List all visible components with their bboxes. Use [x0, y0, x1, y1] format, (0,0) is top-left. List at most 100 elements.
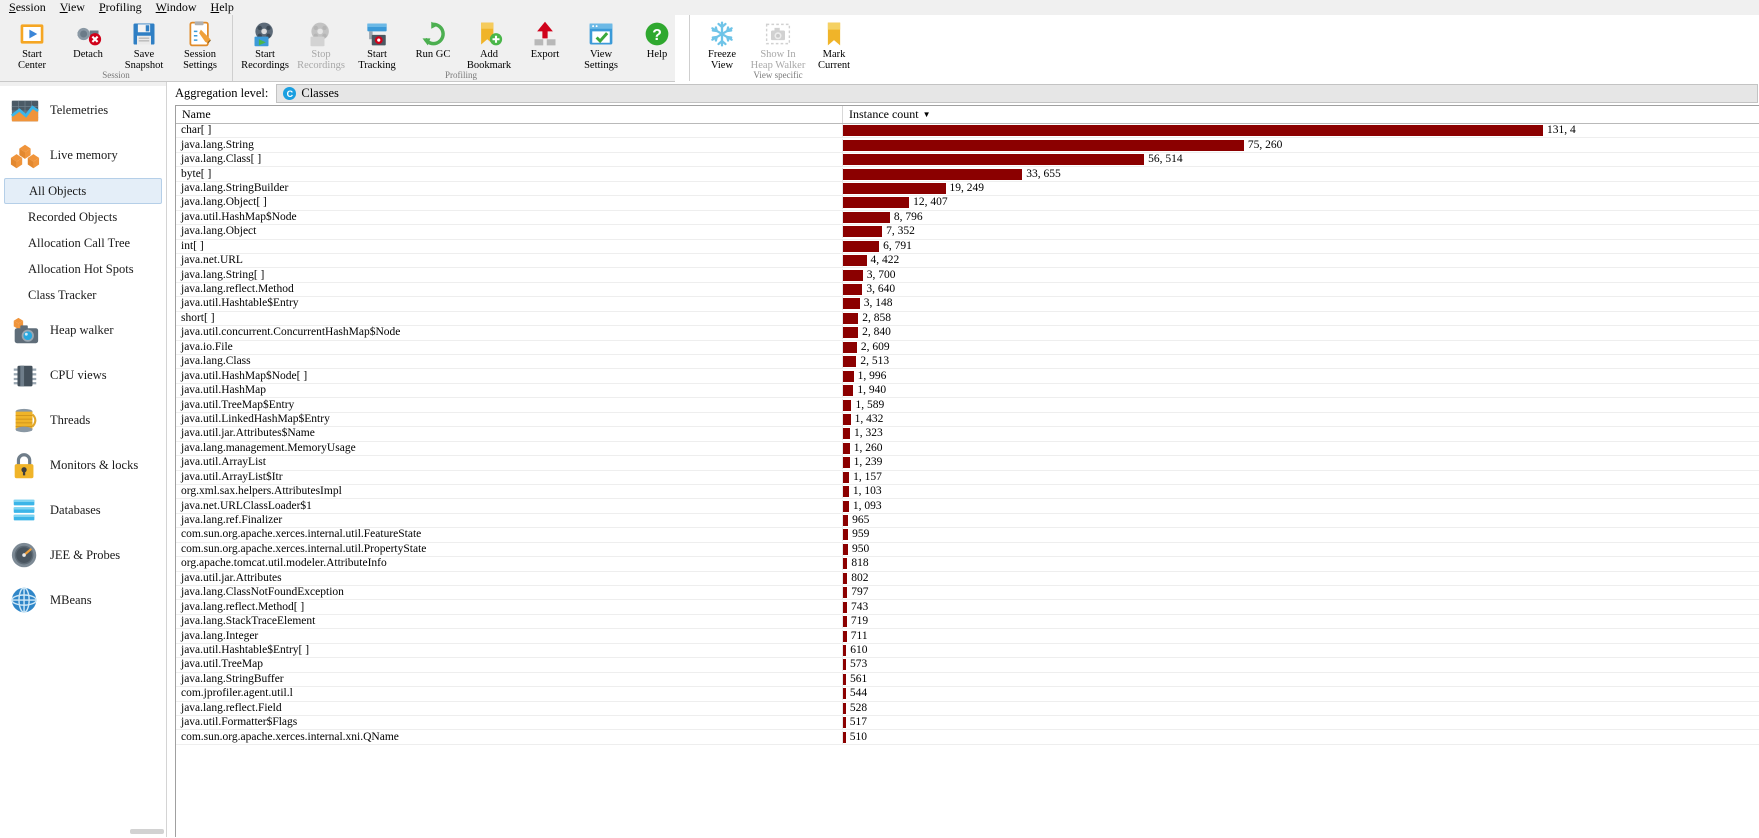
table-row[interactable]: java.lang.StringBuffer 561	[176, 672, 1759, 688]
table-row[interactable]: java.util.Formatter$Flags 517	[176, 716, 1759, 731]
menu-item-rofiling[interactable]: Profiling	[92, 0, 149, 14]
sidebar-item-jee-probes[interactable]: JEE & Probes	[0, 533, 166, 578]
mark-current-button[interactable]: Mark Current	[806, 18, 862, 71]
start-recordings-button[interactable]: Start Recordings	[237, 18, 293, 71]
freeze-view-button[interactable]: Freeze View	[694, 18, 750, 71]
table-row[interactable]: java.lang.Class[ ] 56, 514	[176, 153, 1759, 168]
detach-button[interactable]: Detach	[60, 18, 116, 60]
table-row[interactable]: char[ ] 131, 4	[176, 124, 1759, 139]
export-button[interactable]: Export	[517, 18, 573, 60]
table-row[interactable]: com.jprofiler.agent.util.l 544	[176, 687, 1759, 702]
table-row[interactable]: java.lang.StackTraceElement 719	[176, 615, 1759, 630]
session-settings-button[interactable]: Session Settings	[172, 18, 228, 71]
instance-count-value: 1, 940	[857, 384, 887, 397]
toolbar-button-label: Show In Heap Walker	[750, 49, 806, 71]
toolbar-button-label: Run GC	[415, 49, 451, 60]
table-row[interactable]: java.util.TreeMap$Entry 1, 589	[176, 398, 1759, 413]
table-row[interactable]: short[ ] 2, 858	[176, 311, 1759, 327]
table-row[interactable]: java.net.URL 4, 422	[176, 254, 1759, 269]
table-row[interactable]: java.lang.StringBuilder 19, 249	[176, 181, 1759, 197]
column-header-name[interactable]: Name	[176, 106, 843, 123]
sidebar-item-cpu-views[interactable]: CPU views	[0, 353, 166, 398]
sidebar-item-allocation-call-tree[interactable]: Allocation Call Tree	[0, 230, 166, 256]
instance-count-bar	[843, 255, 867, 267]
table-row[interactable]: java.lang.Object 7, 352	[176, 225, 1759, 240]
sidebar-item-all-objects[interactable]: All Objects	[4, 178, 162, 204]
menu-item-iew[interactable]: View	[53, 0, 92, 14]
start-tracking-button[interactable]: Start Tracking	[349, 18, 405, 71]
sidebar-scrollbar[interactable]	[130, 829, 164, 834]
table-row[interactable]: java.util.Hashtable$Entry[ ] 610	[176, 643, 1759, 659]
instance-count-value: 743	[850, 600, 869, 613]
table-row[interactable]: java.net.URLClassLoader$1 1, 093	[176, 499, 1759, 514]
sidebar-item-label: Live memory	[50, 148, 118, 162]
table-row[interactable]: java.util.jar.Attributes 802	[176, 571, 1759, 586]
table-row[interactable]: java.io.File 2, 609	[176, 340, 1759, 355]
cell-class-name: java.lang.reflect.Field	[176, 701, 843, 715]
instance-count-value: 1, 589	[855, 398, 885, 411]
instance-count-bar	[843, 601, 847, 613]
table-row[interactable]: java.lang.reflect.Field 528	[176, 701, 1759, 716]
cell-instance-count: 1, 589	[843, 398, 1759, 411]
sidebar-item-live-memory[interactable]: Live memory	[0, 133, 166, 178]
column-header-instance-count[interactable]: Instance count ▼	[843, 106, 1759, 123]
table-row[interactable]: com.sun.org.apache.xerces.internal.util.…	[176, 528, 1759, 543]
table-row[interactable]: com.sun.org.apache.xerces.internal.util.…	[176, 542, 1759, 558]
instance-count-bar	[843, 399, 852, 411]
table-row[interactable]: org.apache.tomcat.util.modeler.Attribute…	[176, 557, 1759, 572]
menu-mnemonic: P	[98, 0, 106, 14]
table-row[interactable]: java.lang.management.MemoryUsage 1, 260	[176, 441, 1759, 457]
cell-class-name: java.util.HashMap$Node	[176, 210, 843, 224]
toolbar-button-label: Help	[646, 49, 668, 60]
table-row[interactable]: java.lang.ClassNotFoundException 797	[176, 586, 1759, 601]
save-snapshot-button[interactable]: Save Snapshot	[116, 18, 172, 71]
cell-class-name: java.util.HashMap	[176, 384, 843, 398]
table-row[interactable]: java.lang.Object[ ] 12, 407	[176, 196, 1759, 211]
toolbar-button-label: Start Recordings	[241, 49, 289, 71]
table-row[interactable]: java.lang.String[ ] 3, 700	[176, 268, 1759, 283]
menu-item-ession[interactable]: Session	[2, 0, 53, 14]
table-row[interactable]: java.lang.Integer 711	[176, 629, 1759, 644]
sidebar-item-telemetries[interactable]: Telemetries	[0, 88, 166, 133]
table-row[interactable]: java.util.HashMap 1, 940	[176, 384, 1759, 399]
table-row[interactable]: java.util.HashMap$Node[ ] 1, 996	[176, 369, 1759, 384]
aggregation-level-select[interactable]: C Classes	[276, 84, 1758, 103]
sidebar-item-monitors-locks[interactable]: Monitors & locks	[0, 443, 166, 488]
table-row[interactable]: com.sun.org.apache.xerces.internal.xni.Q…	[176, 730, 1759, 745]
aggregation-label: Aggregation level:	[175, 86, 269, 100]
toolbar-button-label: Start Tracking	[358, 49, 396, 71]
table-row[interactable]: java.lang.String 75, 260	[176, 138, 1759, 153]
table-row[interactable]: java.util.ArrayList$Itr 1, 157	[176, 470, 1759, 485]
table-row[interactable]: java.util.HashMap$Node 8, 796	[176, 210, 1759, 226]
table-row[interactable]: java.util.TreeMap 573	[176, 658, 1759, 673]
table-row[interactable]: org.xml.sax.helpers.AttributesImpl 1, 103	[176, 485, 1759, 500]
table-row[interactable]: java.util.concurrent.ConcurrentHashMap$N…	[176, 326, 1759, 341]
sidebar-item-heap-walker[interactable]: Heap walker	[0, 308, 166, 353]
run-gc-button[interactable]: Run GC	[405, 18, 461, 60]
menu-item-indow[interactable]: Window	[149, 0, 204, 14]
add-bookmark-button[interactable]: Add Bookmark	[461, 18, 517, 71]
table-row[interactable]: java.util.LinkedHashMap$Entry 1, 432	[176, 412, 1759, 428]
table-row[interactable]: int[ ] 6, 791	[176, 239, 1759, 254]
start-center-button[interactable]: Start Center	[4, 18, 60, 71]
sidebar-item-label: Allocation Hot Spots	[28, 261, 134, 276]
table-row[interactable]: java.lang.ref.Finalizer 965	[176, 514, 1759, 529]
sidebar-item-class-tracker[interactable]: Class Tracker	[0, 282, 166, 308]
sidebar-item-databases[interactable]: Databases	[0, 488, 166, 533]
sidebar-item-mbeans[interactable]: MBeans	[0, 578, 166, 623]
table-row[interactable]: java.util.ArrayList 1, 239	[176, 456, 1759, 471]
sidebar-item-allocation-hot-spots[interactable]: Allocation Hot Spots	[0, 256, 166, 282]
table-row[interactable]: java.util.jar.Attributes$Name 1, 323	[176, 427, 1759, 442]
table-row[interactable]: java.util.Hashtable$Entry 3, 148	[176, 297, 1759, 312]
view-settings-button[interactable]: View Settings	[573, 18, 629, 71]
table-row[interactable]: java.lang.reflect.Method 3, 640	[176, 283, 1759, 298]
table-row[interactable]: java.lang.reflect.Method[ ] 743	[176, 600, 1759, 615]
sidebar-item-threads[interactable]: Threads	[0, 398, 166, 443]
cell-class-name: java.net.URLClassLoader$1	[176, 499, 843, 513]
toolbar-group-label: Session	[102, 70, 130, 80]
help-button[interactable]: ? Help	[629, 18, 685, 60]
menu-item-elp[interactable]: Help	[204, 0, 241, 14]
table-row[interactable]: byte[ ] 33, 655	[176, 167, 1759, 182]
table-row[interactable]: java.lang.Class 2, 513	[176, 355, 1759, 370]
sidebar-item-recorded-objects[interactable]: Recorded Objects	[0, 204, 166, 230]
